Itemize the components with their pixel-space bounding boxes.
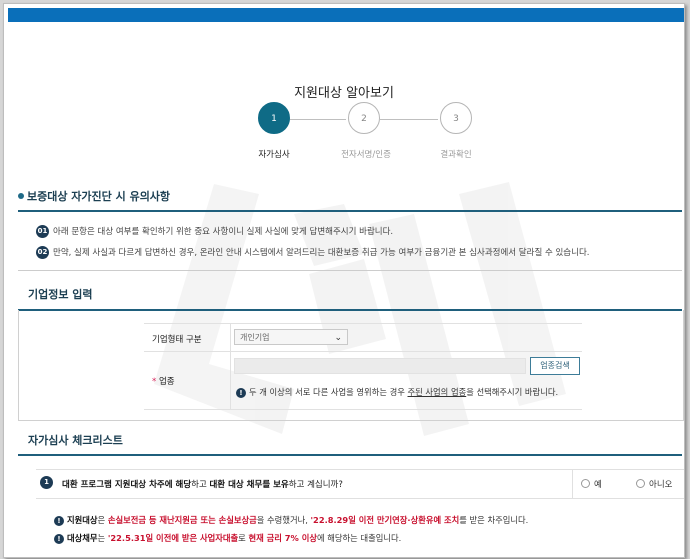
question-number-badge: 1 [40, 476, 53, 489]
detail-text: 를 받은 차주입니다. [459, 515, 529, 525]
info-icon: ! [236, 387, 246, 398]
detail-highlight-text: '22.5.31일 이전에 받은 사업자대출 [107, 533, 239, 543]
chevron-down-icon: ⌄ [334, 333, 342, 343]
section-divider [18, 210, 682, 212]
info-icon: ! [54, 533, 64, 544]
section-divider [18, 454, 682, 456]
hint-text: 두 개 이상의 서로 다른 사업을 영위하는 경우 [249, 387, 408, 397]
detail-text: 에 해당하는 대출입니다. [317, 533, 402, 543]
notice-text: 만약, 실제 사실과 다르게 답변하신 경우, 온라인 안내 시스템에서 알려드… [53, 248, 590, 258]
detail-text: 는 [97, 533, 108, 543]
question-detail-2: ! 대상채무는 '22.5.31일 이전에 받은 사업자대출로 현재 금리 7% … [54, 532, 401, 544]
step-circle-1: 1 [258, 102, 290, 134]
radio-label: 아니오 [649, 480, 673, 490]
industry-input[interactable] [234, 358, 526, 374]
detail-highlight-text: '22.8.29일 이전 만기연장·상환유예 조치 [310, 515, 460, 525]
step-circle-3: 3 [440, 102, 472, 134]
form-row-border [144, 323, 582, 324]
question-text: 대환 프로그램 지원대상 차주에 해당하고 대환 대상 채무를 보유하고 계십니… [62, 478, 343, 490]
industry-label: * 업종 [152, 375, 175, 387]
radio-label: 예 [594, 480, 602, 490]
notice-section-title: 보증대상 자가진단 시 유의사항 [18, 188, 170, 204]
question-divider [572, 470, 573, 498]
question-detail-1: ! 지원대상은 손실보전금 등 재난지원금 또는 손실보상금을 수령했거나, '2… [54, 514, 528, 526]
detail-text: 을 수령했거나, [256, 515, 311, 525]
detail-highlight-text: 현재 금리 7% 이상 [248, 533, 318, 543]
checklist-section-title: 자가심사 체크리스트 [28, 434, 123, 447]
answer-no-radio[interactable]: 아니오 [636, 478, 672, 490]
detail-bold-text: 지원대상 [67, 515, 98, 525]
notice-text: 아래 문항은 대상 여부를 확인하기 위한 중요 사항이니 실제 사실에 맞게 … [53, 227, 394, 237]
number-badge-icon: 01 [36, 225, 49, 238]
radio-circle-icon [581, 479, 590, 488]
required-mark: * [152, 377, 157, 387]
question-row-1: 1 대환 프로그램 지원대상 차주에 해당하고 대환 대상 채무를 보유하고 계… [36, 469, 684, 499]
notice-title-text: 보증대상 자가진단 시 유의사항 [27, 190, 171, 203]
answer-yes-radio[interactable]: 예 [581, 478, 602, 490]
bullet-dot-icon [18, 193, 24, 199]
industry-search-button[interactable]: 업종검색 [530, 357, 580, 375]
progress-steps: 1 2 3 자가심사 전자서명/인증 결과확인 [254, 101, 486, 161]
question-text-part: 하고 [191, 480, 210, 490]
form-column-border [230, 323, 231, 409]
info-icon: ! [54, 515, 64, 526]
hint-text: 을 선택해주시기 바랍니다. [466, 387, 559, 397]
hint-underline-text: 주된 사업의 업종 [407, 387, 467, 397]
notice-item-2: 02 만약, 실제 사실과 다르게 답변하신 경우, 온라인 안내 시스템에서 알… [36, 246, 589, 259]
question-bold-text: 대환 프로그램 지원대상 차주에 해당 [62, 480, 192, 490]
top-color-bar [8, 8, 684, 22]
radio-circle-icon [636, 479, 645, 488]
detail-highlight-text: 손실보전금 등 재난지원금 또는 손실보상금 [107, 515, 257, 525]
form-row-border [144, 351, 582, 352]
step-label-1: 자가심사 [258, 150, 290, 160]
step-circle-2: 2 [348, 102, 380, 134]
form-row-border [144, 409, 582, 410]
detail-bold-text: 대상채무 [67, 533, 98, 543]
step-connector [288, 119, 346, 120]
step-label-2: 전자서명/인증 [341, 150, 391, 160]
page-title: 지원대상 알아보기 [294, 86, 394, 101]
number-badge-icon: 02 [36, 246, 49, 259]
industry-label-text: 업종 [158, 377, 175, 387]
company-section-title: 기업정보 입력 [28, 288, 93, 301]
company-type-label: 기업형태 구분 [152, 335, 202, 345]
page-frame: 지원대상 알아보기 1 2 3 자가심사 전자서명/인증 결과확인 보증대상 자… [3, 3, 685, 558]
question-bold-text: 대환 대상 채무를 보유 [209, 480, 289, 490]
industry-hint: ! 두 개 이상의 서로 다른 사업을 영위하는 경우 주된 사업의 업종을 선택… [236, 386, 558, 398]
company-type-select[interactable]: 개인기업 ⌄ [234, 329, 348, 345]
step-connector [380, 119, 438, 120]
detail-text: 은 [97, 515, 108, 525]
company-type-value: 개인기업 [240, 333, 270, 342]
detail-text: 로 [238, 533, 249, 543]
notice-item-1: 01 아래 문항은 대상 여부를 확인하기 위한 중요 사항이니 실제 사실에 맞… [36, 225, 393, 238]
step-label-3: 결과확인 [440, 150, 472, 160]
question-text-part: 하고 계십니까? [288, 480, 343, 490]
